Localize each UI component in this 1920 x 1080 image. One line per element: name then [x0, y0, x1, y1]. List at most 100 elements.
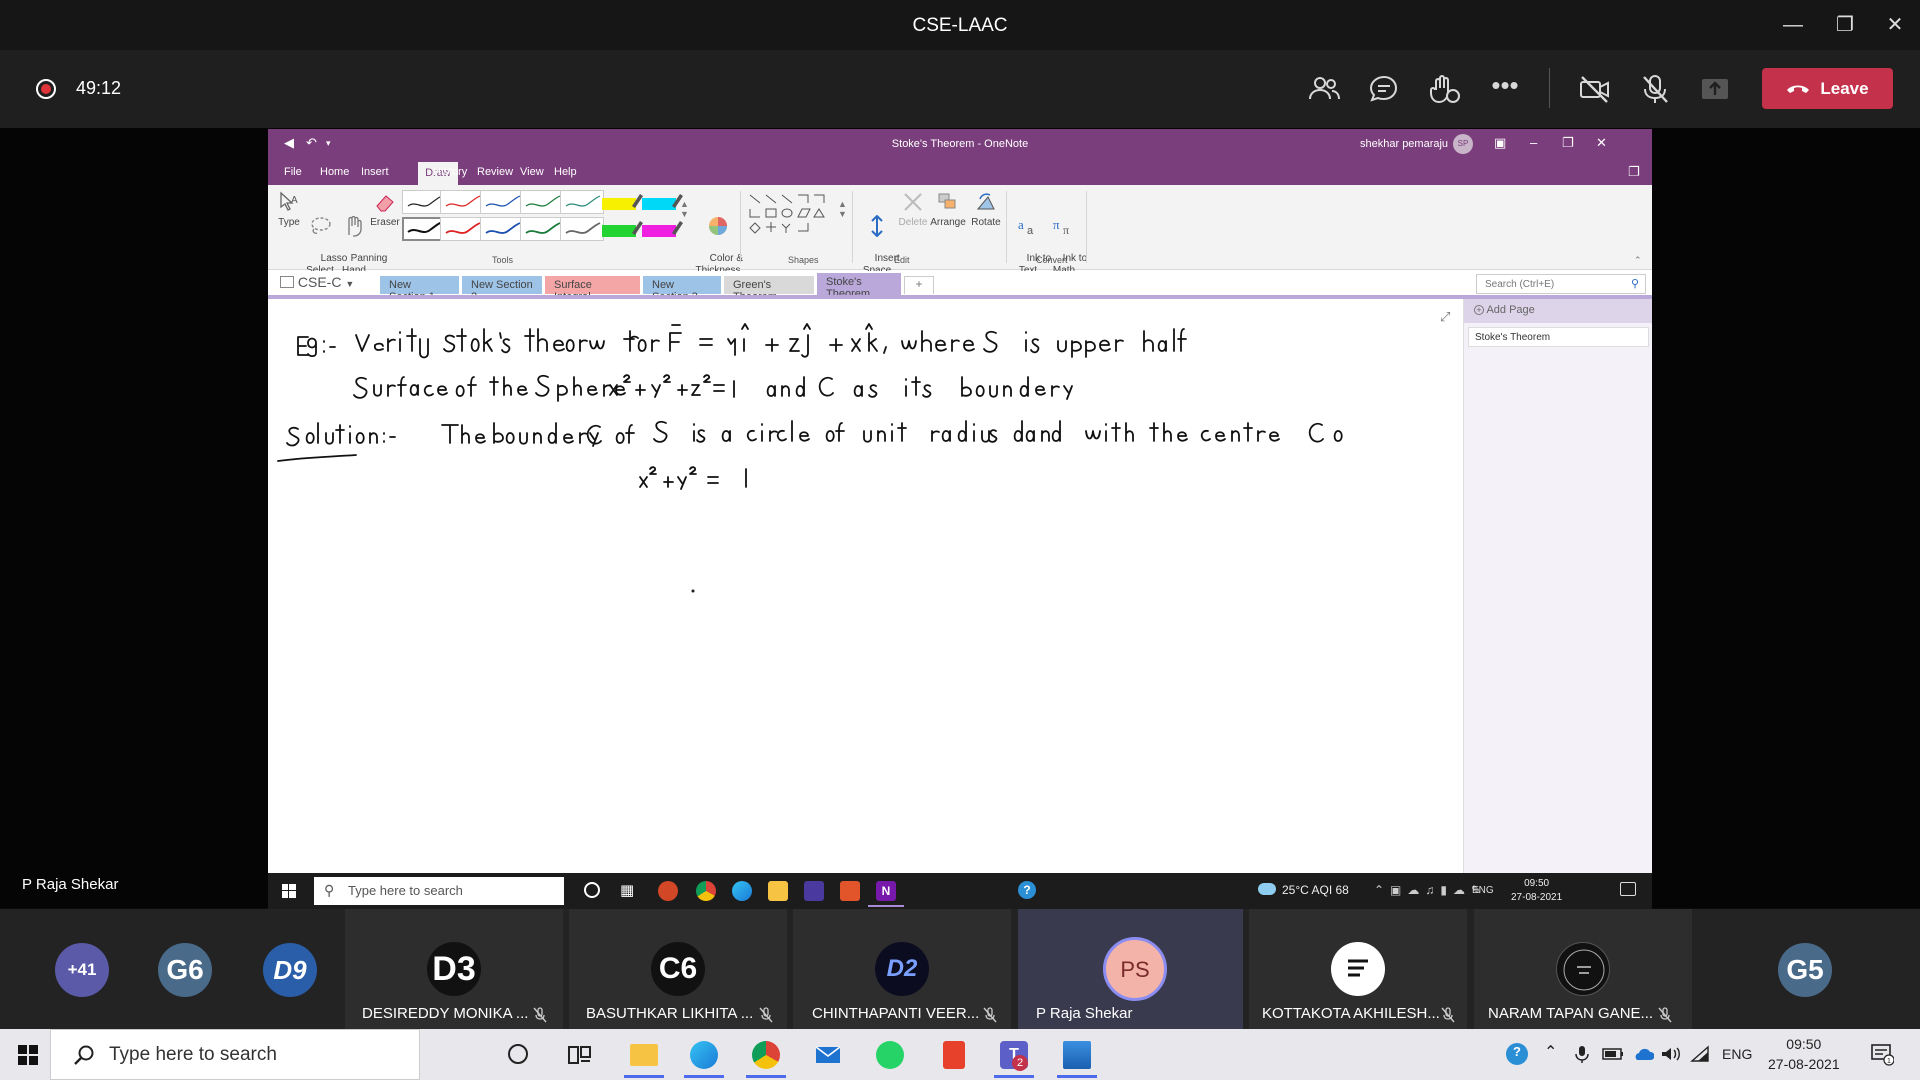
pen-blue-thick[interactable] — [480, 217, 524, 241]
wifi-icon[interactable] — [1690, 1045, 1712, 1063]
menu-insert[interactable]: Insert — [361, 166, 389, 178]
participant-tile[interactable]: KOTTAKOTA AKHILESH... — [1249, 909, 1467, 1029]
section-tab-greens-theorem[interactable]: Green's Theorem — [724, 276, 814, 303]
windows-start-icon[interactable] — [282, 884, 296, 898]
highlighter-yellow[interactable] — [600, 190, 644, 214]
pen-gray-thick[interactable] — [560, 217, 604, 241]
volume-icon[interactable] — [1660, 1045, 1682, 1063]
remote-clock[interactable]: 09:50 27-08-2021 — [1511, 877, 1562, 905]
menu-help[interactable]: Help — [554, 166, 577, 178]
add-section-button[interactable]: + — [904, 276, 934, 294]
section-tab-new-section-3[interactable]: New Section 3 — [643, 276, 721, 303]
notebook-picker[interactable]: CSE-C ▼ — [280, 274, 354, 290]
task-view-icon[interactable] — [565, 1041, 593, 1069]
edge-icon[interactable] — [732, 881, 752, 901]
shapes-gallery[interactable] — [746, 191, 830, 235]
app-icon[interactable] — [804, 881, 824, 901]
minimize-button[interactable]: — — [1773, 10, 1813, 40]
mic-off-icon[interactable] — [1638, 72, 1672, 106]
participant-tile[interactable]: D2 CHINTHAPANTI VEER... — [793, 909, 1011, 1029]
onenote-minimize-button[interactable]: – — [1530, 135, 1537, 150]
delete-button[interactable]: Delete — [896, 191, 930, 229]
participant-tile[interactable]: NARAM TAPAN GANE... — [1474, 909, 1692, 1029]
show-hidden-icons[interactable]: ⌃ — [1544, 1042, 1557, 1062]
chat-icon[interactable] — [1367, 72, 1401, 106]
battery-icon[interactable] — [1602, 1045, 1624, 1063]
leave-button[interactable]: Leave — [1762, 68, 1893, 109]
powerpoint-icon[interactable] — [658, 881, 678, 901]
help-icon[interactable]: ? — [1506, 1043, 1528, 1065]
remote-weather[interactable]: 25°C AQI 68 — [1282, 883, 1349, 897]
page-list-item[interactable]: Stoke's Theorem — [1468, 327, 1649, 347]
chrome-icon[interactable] — [696, 881, 716, 901]
menu-home[interactable]: Home — [320, 166, 349, 178]
chrome-icon[interactable] — [752, 1041, 780, 1069]
notifications-icon[interactable]: 1 — [1870, 1042, 1894, 1066]
close-button[interactable]: ✕ — [1875, 10, 1915, 40]
office-icon[interactable] — [943, 1041, 965, 1069]
help-icon[interactable]: ? — [1018, 881, 1036, 899]
notifications-icon[interactable] — [1620, 882, 1636, 896]
pen-green-thin[interactable] — [520, 190, 564, 214]
cortana-icon[interactable] — [584, 882, 600, 898]
participant-avatar[interactable]: D9 — [263, 943, 317, 997]
section-tab-new-section-1[interactable]: New Section 1 — [380, 276, 459, 303]
user-avatar[interactable]: SP — [1453, 134, 1473, 154]
section-tab-new-section-2[interactable]: New Section 2 — [462, 276, 542, 303]
overflow-participants-button[interactable]: +41 — [55, 943, 109, 997]
file-explorer-icon[interactable] — [630, 1044, 658, 1066]
eraser-tool[interactable]: Eraser — [370, 191, 400, 229]
participant-avatar[interactable]: G5 — [1778, 943, 1832, 997]
more-options-icon[interactable]: ••• — [1488, 72, 1522, 106]
highlighter-cyan[interactable] — [640, 190, 684, 214]
add-page-button[interactable]: + Add Page — [1464, 299, 1652, 323]
photos-icon[interactable] — [1063, 1041, 1091, 1069]
pens-scroll-icon[interactable]: ▲ ▼ — [680, 199, 689, 219]
rotate-button[interactable]: Rotate — [968, 191, 1004, 229]
participant-avatar[interactable]: G6 — [158, 943, 212, 997]
pen-green-thick[interactable] — [520, 217, 564, 241]
taskbar-search-input[interactable]: Type here to search — [50, 1029, 420, 1080]
sticky-notes-icon[interactable]: ❐ — [1628, 164, 1640, 180]
onenote-taskbar-icon[interactable]: N — [876, 881, 896, 901]
type-tool[interactable]: A Type — [274, 191, 304, 229]
task-view-icon[interactable]: ▦ — [620, 881, 634, 899]
ribbon-display-icon[interactable]: ▣ — [1494, 135, 1506, 151]
onedrive-icon[interactable] — [1632, 1045, 1654, 1063]
onenote-search-input[interactable]: Search (Ctrl+E) ⚲ — [1476, 274, 1646, 294]
onenote-maximize-button[interactable]: ❐ — [1562, 135, 1574, 151]
participant-tile[interactable]: C6 BASUTHKAR LIKHITA ... — [569, 909, 787, 1029]
tray-icons[interactable]: ⌃▣☁♫▮☁✎ — [1374, 883, 1487, 897]
highlighter-green[interactable] — [600, 217, 644, 241]
search-icon[interactable]: ⚲ — [1631, 277, 1639, 290]
file-explorer-icon[interactable] — [768, 881, 788, 901]
restore-button[interactable]: ❐ — [1825, 10, 1865, 40]
language-indicator[interactable]: ENG — [1722, 1046, 1752, 1062]
shapes-scroll-icon[interactable]: ▲ ▼ — [838, 199, 847, 219]
remote-search-input[interactable]: ⚲ Type here to search — [314, 877, 564, 905]
menu-review[interactable]: Review — [477, 166, 513, 178]
participant-tile[interactable]: D3 DESIREDDY MONIKA ... — [345, 909, 563, 1029]
participant-tile-presenter[interactable]: PS P Raja Shekar — [1018, 909, 1243, 1029]
microphone-icon[interactable] — [1573, 1045, 1591, 1063]
arrange-button[interactable]: Arrange — [928, 191, 968, 229]
participants-icon[interactable] — [1307, 72, 1341, 106]
menu-history[interactable]: History — [433, 166, 467, 178]
pen-red-thin[interactable] — [440, 190, 484, 214]
camera-off-icon[interactable] — [1578, 72, 1612, 106]
pen-blue-thin[interactable] — [480, 190, 524, 214]
mail-icon[interactable] — [814, 1041, 842, 1069]
collapse-ribbon-icon[interactable]: ⌃ — [1634, 255, 1642, 266]
pen-red-thick[interactable] — [440, 217, 484, 241]
remote-language[interactable]: ENG — [1472, 885, 1494, 896]
settings-app-icon[interactable] — [840, 881, 860, 901]
cortana-icon[interactable] — [508, 1044, 528, 1064]
taskbar-clock[interactable]: 09:50 27-08-2021 — [1768, 1034, 1840, 1074]
edge-icon[interactable] — [690, 1041, 718, 1069]
windows-start-icon[interactable] — [18, 1045, 38, 1065]
whatsapp-icon[interactable] — [876, 1041, 904, 1069]
page-canvas[interactable]: ⤢ — [268, 299, 1463, 873]
section-tab-surface-integral[interactable]: Surface Integral — [545, 276, 640, 303]
section-tab-stokes-theorem[interactable]: Stoke's Theorem — [817, 273, 901, 300]
highlighter-magenta[interactable] — [640, 217, 684, 241]
